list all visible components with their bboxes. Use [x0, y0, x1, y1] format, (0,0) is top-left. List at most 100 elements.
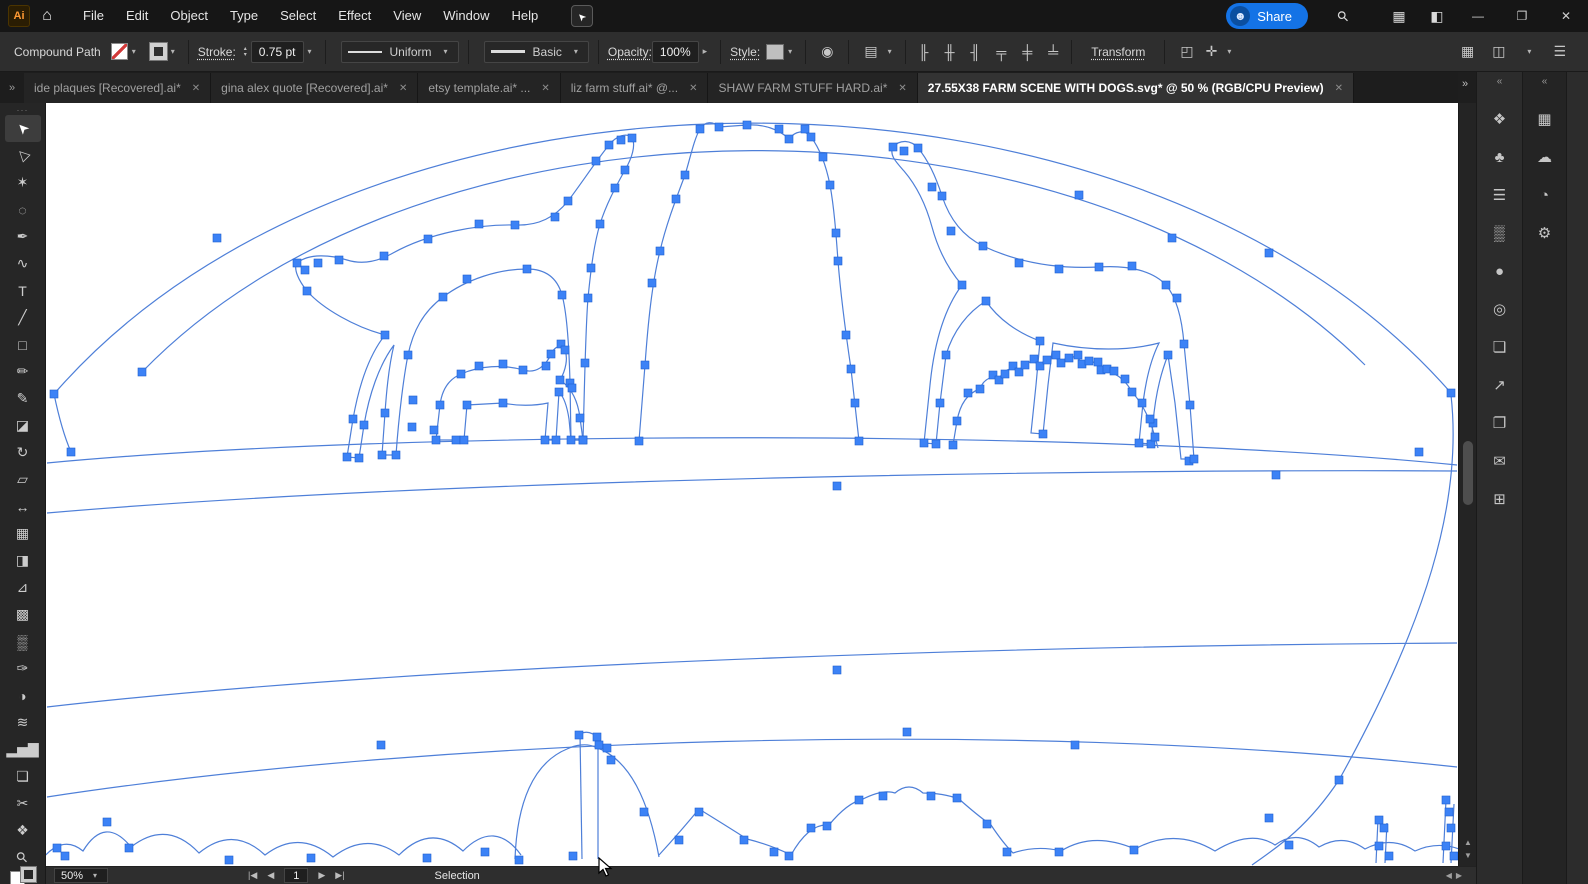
more-options-chevron-icon[interactable]: ▾ — [1227, 47, 1231, 56]
anchor-point[interactable] — [833, 256, 843, 266]
anchor-point[interactable] — [854, 436, 864, 446]
close-tab-icon[interactable]: ✕ — [689, 83, 697, 94]
document-tab[interactable]: gina alex quote [Recovered].ai* ✕ — [211, 73, 419, 103]
properties-panel-icon[interactable]: ❖ — [1483, 104, 1517, 134]
color-panel-icon[interactable]: ● — [1483, 256, 1517, 286]
anchor-point[interactable] — [1020, 360, 1030, 370]
anchor-point[interactable] — [850, 398, 860, 408]
eyedropper-tool[interactable]: ✑ — [5, 655, 41, 682]
symbols-panel-icon[interactable]: ♣ — [1483, 142, 1517, 172]
anchor-point[interactable] — [359, 420, 369, 430]
anchor-point[interactable] — [610, 183, 620, 193]
vector-path[interactable] — [579, 733, 583, 860]
anchor-point[interactable] — [627, 133, 637, 143]
anchor-point[interactable] — [952, 416, 962, 426]
document-tab[interactable]: etsy template.ai* ... ✕ — [418, 73, 561, 103]
anchor-point[interactable] — [451, 435, 461, 445]
align-left-icon[interactable]: ╟ — [919, 44, 929, 60]
anchor-point[interactable] — [1109, 366, 1119, 376]
anchor-point[interactable] — [1379, 823, 1389, 833]
controlbar-menu-icon[interactable]: ☰ — [1553, 43, 1566, 60]
anchor-point[interactable] — [800, 124, 810, 134]
menu-effect[interactable]: Effect — [327, 0, 382, 32]
next-artboard-button[interactable]: ▶ — [318, 870, 325, 881]
stroke-weight-label[interactable]: Stroke: — [198, 45, 236, 59]
anchor-point[interactable] — [224, 855, 234, 865]
anchor-point[interactable] — [832, 481, 842, 491]
anchor-point[interactable] — [655, 246, 665, 256]
anchor-point[interactable] — [391, 450, 401, 460]
anchor-point[interactable] — [566, 435, 576, 445]
workspace-switcher-icon[interactable]: ▦ — [1380, 8, 1418, 25]
anchor-point[interactable] — [647, 278, 657, 288]
anchor-point[interactable] — [586, 263, 596, 273]
last-artboard-button[interactable]: ▶| — [335, 870, 344, 881]
anchor-point[interactable] — [1284, 840, 1294, 850]
style-chevron-icon[interactable]: ▾ — [788, 47, 792, 56]
anchor-point[interactable] — [1384, 851, 1394, 861]
vector-path[interactable] — [46, 738, 1458, 798]
anchor-point[interactable] — [1334, 775, 1344, 785]
anchor-point[interactable] — [978, 241, 988, 251]
selection-cursor-badge-icon[interactable]: ➤ — [571, 5, 594, 27]
anchor-point[interactable] — [854, 795, 864, 805]
anchor-point[interactable] — [124, 843, 134, 853]
scale-tool[interactable]: ▱ — [5, 466, 41, 493]
toolbar-drag-handle[interactable]: ··· — [17, 105, 29, 115]
export-panel-icon[interactable]: ↗ — [1483, 370, 1517, 400]
anchor-point[interactable] — [540, 435, 550, 445]
anchor-point[interactable] — [927, 182, 937, 192]
anchor-point[interactable] — [616, 135, 626, 145]
anchor-point[interactable] — [963, 388, 973, 398]
anchor-point[interactable] — [1056, 358, 1066, 368]
anchor-point[interactable] — [438, 292, 448, 302]
anchor-point[interactable] — [899, 146, 909, 156]
magic-wand-tool[interactable]: ✶ — [5, 169, 41, 196]
paintbrush-tool[interactable]: ✏ — [5, 358, 41, 385]
anchor-point[interactable] — [474, 361, 484, 371]
anchor-point[interactable] — [935, 398, 945, 408]
anchor-point[interactable] — [462, 274, 472, 284]
artboards-panel-icon[interactable]: ❏ — [1483, 332, 1517, 362]
document-tab[interactable]: ide plaques [Recovered].ai* ✕ — [24, 73, 212, 103]
anchor-point[interactable] — [1051, 350, 1061, 360]
stroke-weight-field[interactable]: 0.75 pt — [250, 40, 304, 63]
anchor-point[interactable] — [957, 280, 967, 290]
anchor-point[interactable] — [422, 853, 432, 863]
pencil-tool[interactable]: ✎ — [5, 385, 41, 412]
symbol-sprayer-tool[interactable]: ≋ — [5, 709, 41, 736]
anchor-point[interactable] — [818, 152, 828, 162]
brush-dropdown[interactable]: Basic ▾ — [483, 40, 589, 63]
comments-panel-icon[interactable]: ✉ — [1483, 446, 1517, 476]
anchor-point[interactable] — [1084, 356, 1094, 366]
anchor-point[interactable] — [1145, 414, 1155, 424]
menu-type[interactable]: Type — [219, 0, 269, 32]
anchor-point[interactable] — [1127, 261, 1137, 271]
anchor-point[interactable] — [1189, 454, 1199, 464]
anchor-point[interactable] — [902, 727, 912, 737]
align-middle-icon[interactable]: ╪ — [1022, 44, 1032, 60]
anchor-point[interactable] — [888, 142, 898, 152]
anchor-point[interactable] — [575, 413, 585, 423]
anchor-point[interactable] — [913, 143, 923, 153]
color-guide-panel-icon[interactable]: ◎ — [1483, 294, 1517, 324]
vector-path[interactable] — [638, 122, 860, 442]
anchor-point[interactable] — [514, 855, 524, 865]
close-button[interactable]: ✕ — [1544, 0, 1588, 32]
anchor-point[interactable] — [66, 447, 76, 457]
panel-layout-icon[interactable]: ◧ — [1418, 8, 1456, 25]
anchor-point[interactable] — [1129, 845, 1139, 855]
anchor-point[interactable] — [1127, 387, 1137, 397]
vector-path[interactable] — [53, 393, 72, 453]
anchor-point[interactable] — [806, 823, 816, 833]
stroke-chevron-icon[interactable]: ▾ — [171, 47, 175, 56]
anchor-point[interactable] — [1441, 841, 1451, 851]
anchor-point[interactable] — [1054, 264, 1064, 274]
pen-tool[interactable]: ✒ — [5, 223, 41, 250]
anchor-point[interactable] — [1093, 357, 1103, 367]
arrange-icon[interactable]: ◰ — [1180, 43, 1193, 60]
stroke-swatch[interactable] — [148, 42, 168, 61]
vertical-scrollbar-thumb[interactable] — [1463, 441, 1473, 505]
anchor-point[interactable] — [1150, 432, 1160, 442]
anchor-point[interactable] — [926, 791, 936, 801]
